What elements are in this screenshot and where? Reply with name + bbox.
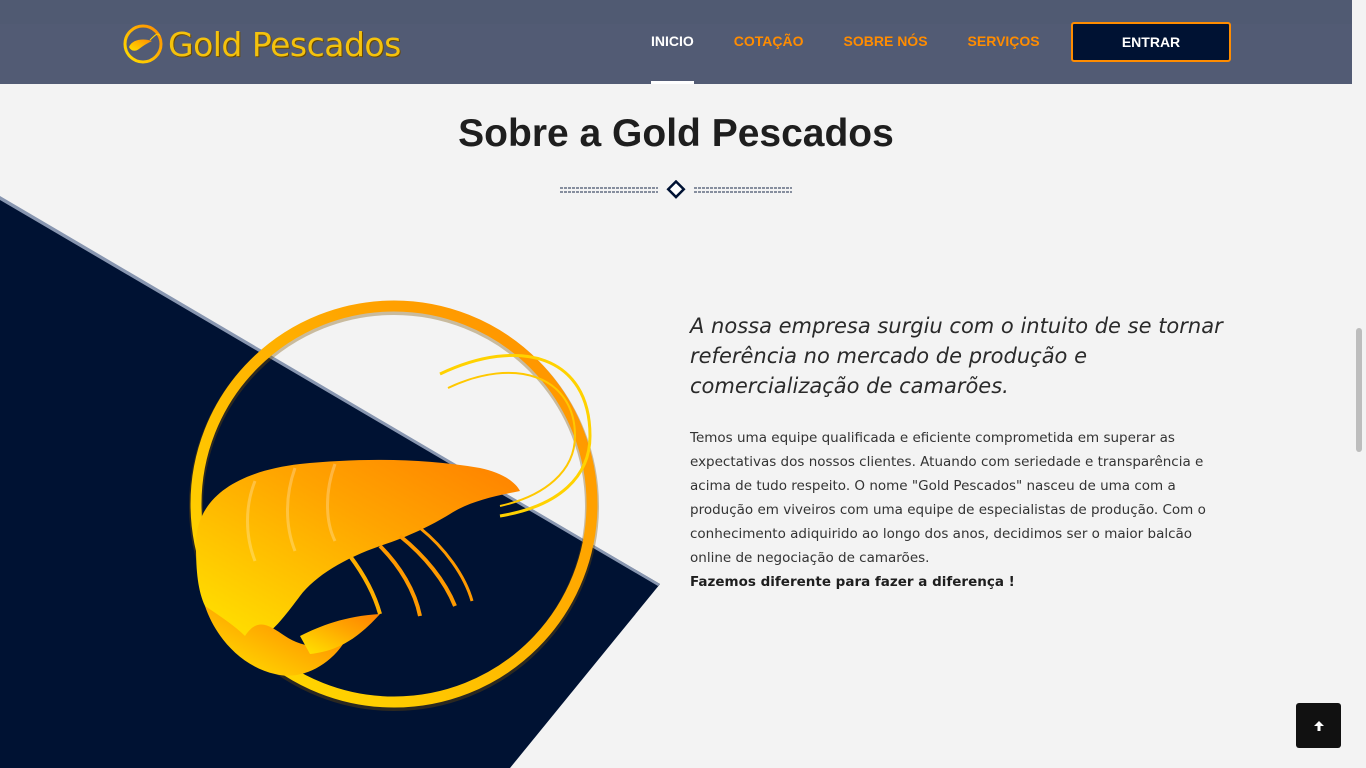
nav-servicos[interactable]: SERVIÇOS xyxy=(968,33,1040,84)
arrow-up-icon xyxy=(1313,720,1324,731)
top-navbar: Gold Pescados INICIO COTAÇÃO SOBRE NÓS S… xyxy=(0,0,1352,84)
main-nav: INICIO COTAÇÃO SOBRE NÓS SERVIÇOS xyxy=(651,33,1080,84)
navbar-top-strip xyxy=(0,0,1352,24)
page-scrollbar[interactable] xyxy=(1352,0,1366,768)
about-body-text: Temos uma equipe qualificada e eficiente… xyxy=(690,430,1206,566)
section-title: Sobre a Gold Pescados xyxy=(458,112,894,155)
login-button[interactable]: ENTRAR xyxy=(1071,22,1231,62)
shrimp-icon xyxy=(123,24,163,64)
about-tagline: Fazemos diferente para fazer a diferença… xyxy=(690,574,1015,590)
scrollbar-thumb[interactable] xyxy=(1356,328,1362,452)
nav-inicio[interactable]: INICIO xyxy=(651,33,694,84)
nav-sobre-nos[interactable]: SOBRE NÓS xyxy=(844,33,928,84)
diamond-icon xyxy=(666,180,686,199)
back-to-top-button[interactable] xyxy=(1296,703,1341,748)
nav-cotacao[interactable]: COTAÇÃO xyxy=(734,33,804,84)
about-lead-text: A nossa empresa surgiu com o intuito de … xyxy=(690,314,1223,398)
brand-logo[interactable]: Gold Pescados xyxy=(122,22,401,66)
brand-name: Gold Pescados xyxy=(168,24,401,64)
shrimp-emblem-graphic xyxy=(0,196,660,768)
